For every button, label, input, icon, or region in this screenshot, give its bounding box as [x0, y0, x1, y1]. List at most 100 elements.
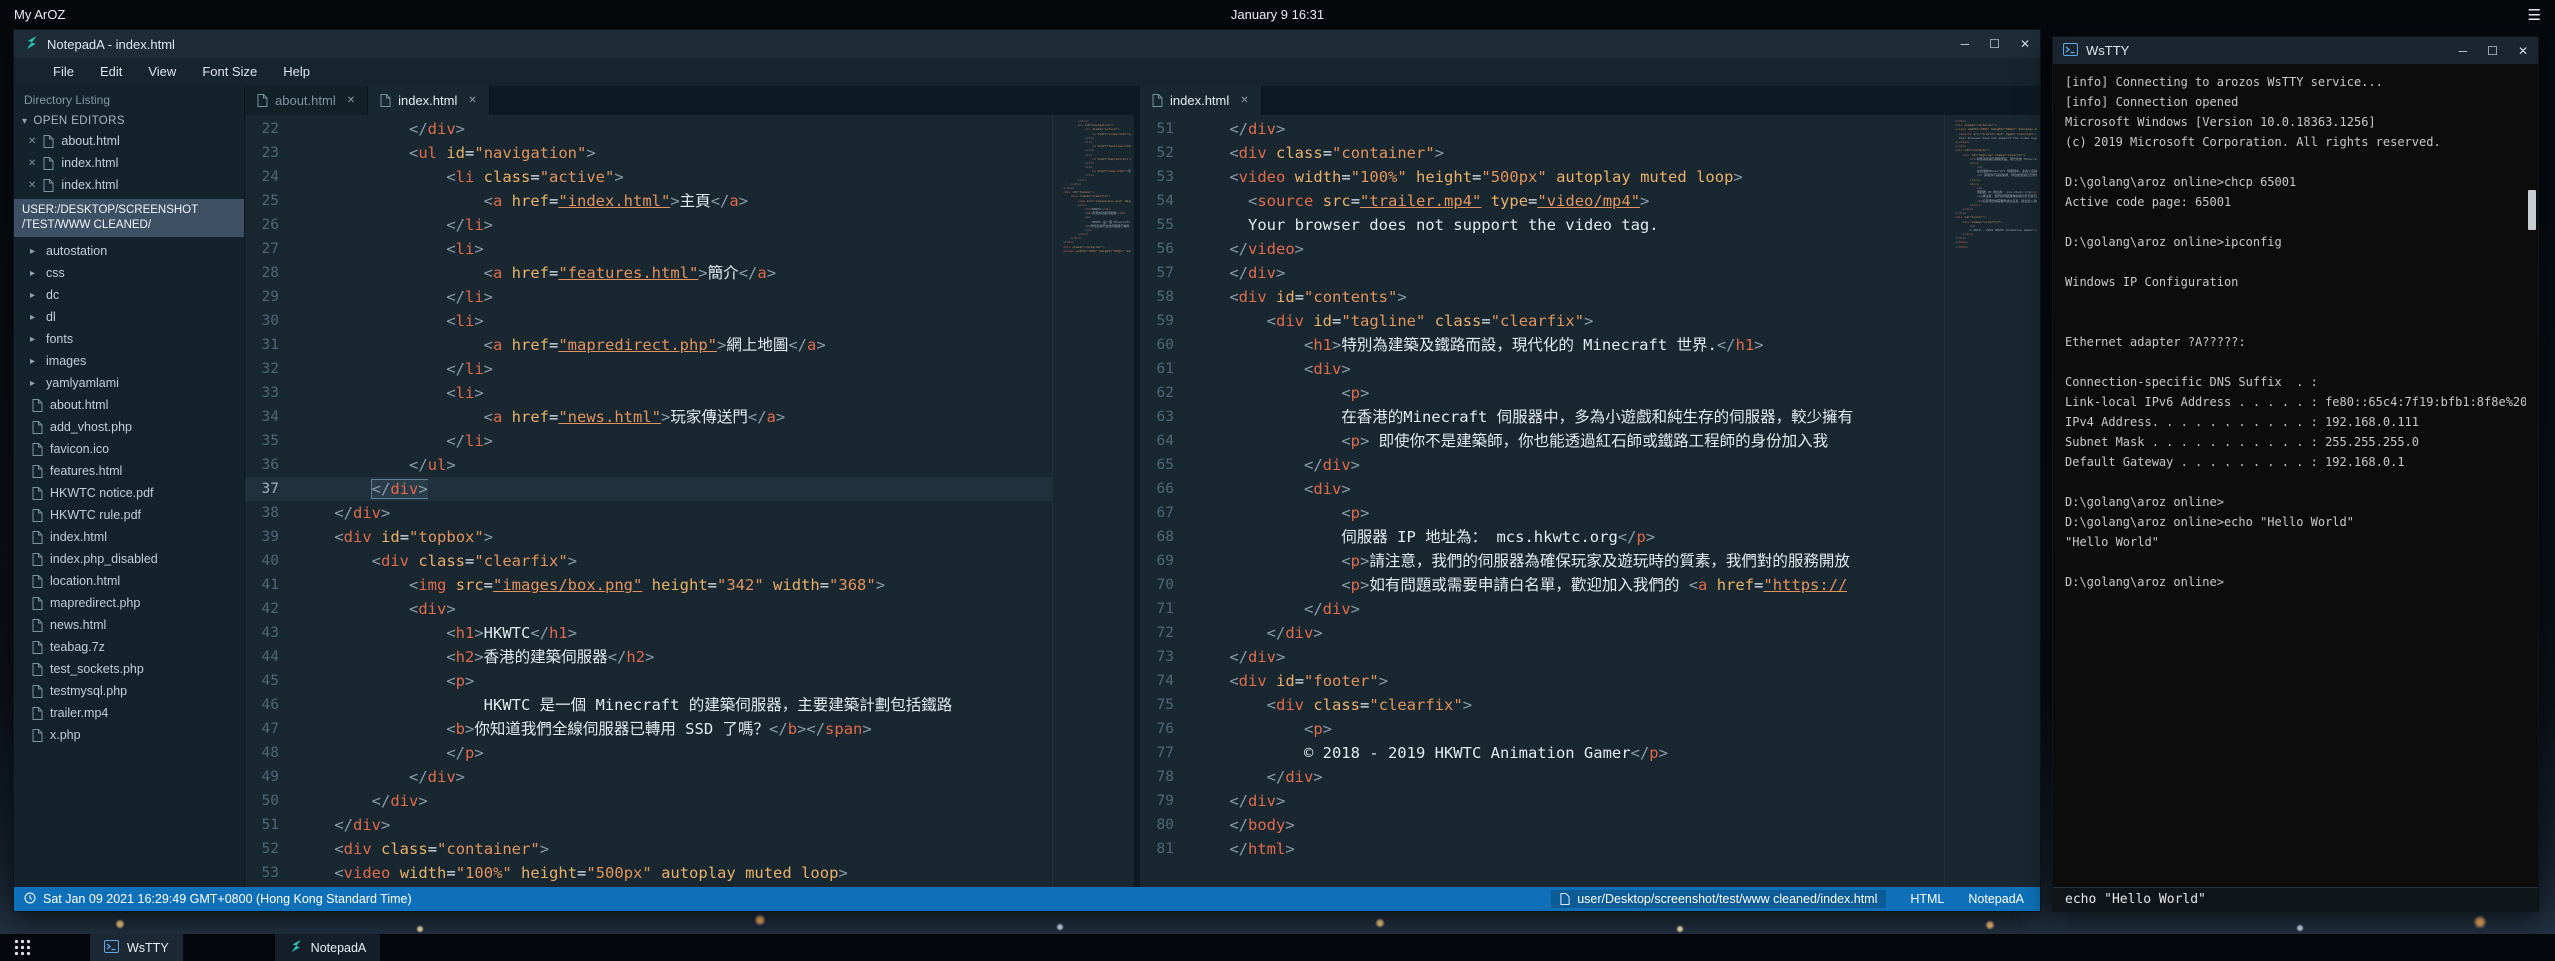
- code-editor-right[interactable]: 51 </div>52 <div class="container">53 <v…: [1140, 115, 1944, 887]
- code-line-68[interactable]: 68 伺服器 IP 地址為： mcs.hkwtc.org</p>: [1140, 525, 1944, 549]
- code-line-53[interactable]: 53 <video width="100%" height="500px" au…: [1140, 165, 1944, 189]
- code-line-81[interactable]: 81 </html>: [1140, 837, 1944, 861]
- code-line-52[interactable]: 52 <div class="container">: [245, 837, 1052, 861]
- minimize-icon[interactable]: ─: [2459, 44, 2468, 58]
- code-line-41[interactable]: 41 <img src="images/box.png" height="342…: [245, 573, 1052, 597]
- code-line-37[interactable]: 37 </div>: [245, 477, 1052, 501]
- code-line-26[interactable]: 26 </li>: [245, 213, 1052, 237]
- code-line-48[interactable]: 48 </p>: [245, 741, 1052, 765]
- code-line-51[interactable]: 51 </div>: [1140, 117, 1944, 141]
- tab-close-icon[interactable]: ✕: [468, 95, 476, 106]
- code-line-65[interactable]: 65 </div>: [1140, 453, 1944, 477]
- close-icon[interactable]: ✕: [28, 158, 36, 169]
- file-about.html[interactable]: about.html: [14, 394, 244, 416]
- code-line-76[interactable]: 76 <p>: [1140, 717, 1944, 741]
- minimize-icon[interactable]: ─: [1961, 37, 1970, 51]
- folder-autostation[interactable]: ▸autostation: [14, 240, 244, 262]
- folder-dl[interactable]: ▸dl: [14, 306, 244, 328]
- sidebar-root-folder[interactable]: USER:/DESKTOP/SCREENSHOT /TEST/WWW CLEAN…: [14, 199, 244, 237]
- file-test_sockets.php[interactable]: test_sockets.php: [14, 658, 244, 680]
- file-location.html[interactable]: location.html: [14, 570, 244, 592]
- code-line-57[interactable]: 57 </div>: [1140, 261, 1944, 285]
- menu-help[interactable]: Help: [270, 58, 323, 86]
- code-line-51[interactable]: 51 </div>: [245, 813, 1052, 837]
- code-line-32[interactable]: 32 </li>: [245, 357, 1052, 381]
- folder-css[interactable]: ▸css: [14, 262, 244, 284]
- terminal-scrollbar-thumb[interactable]: [2528, 190, 2536, 230]
- menu-view[interactable]: View: [135, 58, 189, 86]
- code-line-63[interactable]: 63 在香港的Minecraft 伺服器中，多為小遊戲和純生存的伺服器，較少擁有: [1140, 405, 1944, 429]
- wstty-titlebar[interactable]: WsTTY ─ ☐ ✕: [2053, 37, 2538, 64]
- code-line-23[interactable]: 23 <ul id="navigation">: [245, 141, 1052, 165]
- code-line-47[interactable]: 47 <b>你知道我們全線伺服器已轉用 SSD 了嗎？</b></span>: [245, 717, 1052, 741]
- code-line-73[interactable]: 73 </div>: [1140, 645, 1944, 669]
- code-line-79[interactable]: 79 </div>: [1140, 789, 1944, 813]
- code-line-72[interactable]: 72 </div>: [1140, 621, 1944, 645]
- code-line-36[interactable]: 36 </ul>: [245, 453, 1052, 477]
- code-line-49[interactable]: 49 </div>: [245, 765, 1052, 789]
- statusbar-language[interactable]: HTML: [1910, 892, 1944, 906]
- hamburger-menu-icon[interactable]: ☰: [2528, 6, 2541, 24]
- close-icon[interactable]: ✕: [2518, 44, 2528, 58]
- editor-tab-index.html[interactable]: index.html✕: [368, 86, 490, 115]
- file-features.html[interactable]: features.html: [14, 460, 244, 482]
- code-line-67[interactable]: 67 <p>: [1140, 501, 1944, 525]
- file-news.html[interactable]: news.html: [14, 614, 244, 636]
- code-line-29[interactable]: 29 </li>: [245, 285, 1052, 309]
- open-editor-index.html[interactable]: ✕index.html: [14, 152, 244, 174]
- code-line-38[interactable]: 38 </div>: [245, 501, 1052, 525]
- code-line-45[interactable]: 45 <p>: [245, 669, 1052, 693]
- editor-tab-about.html[interactable]: about.html✕: [245, 86, 368, 115]
- code-line-59[interactable]: 59 <div id="tagline" class="clearfix">: [1140, 309, 1944, 333]
- code-line-64[interactable]: 64 <p> 即使你不是建築師，你也能透過紅石師或鐵路工程師的身份加入我: [1140, 429, 1944, 453]
- tab-close-icon[interactable]: ✕: [1240, 95, 1248, 106]
- terminal-output[interactable]: [info] Connecting to arozos WsTTY servic…: [2053, 64, 2538, 887]
- notepad-titlebar[interactable]: NotepadA - index.html ─ ☐ ✕: [14, 30, 2040, 58]
- code-line-52[interactable]: 52 <div class="container">: [1140, 141, 1944, 165]
- folder-images[interactable]: ▸images: [14, 350, 244, 372]
- start-menu-button[interactable]: [0, 934, 44, 961]
- statusbar-filepath[interactable]: user/Desktop/screenshot/test/www cleaned…: [1551, 890, 1886, 908]
- maximize-icon[interactable]: ☐: [2487, 44, 2498, 58]
- minimap-left[interactable]: </div> <ul id="navigation"> <li class="a…: [1052, 115, 1134, 887]
- code-line-56[interactable]: 56 </video>: [1140, 237, 1944, 261]
- menu-file[interactable]: File: [40, 58, 87, 86]
- code-line-39[interactable]: 39 <div id="topbox">: [245, 525, 1052, 549]
- code-line-24[interactable]: 24 <li class="active">: [245, 165, 1052, 189]
- code-line-77[interactable]: 77 © 2018 - 2019 HKWTC Animation Gamer</…: [1140, 741, 1944, 765]
- code-line-40[interactable]: 40 <div class="clearfix">: [245, 549, 1052, 573]
- menu-edit[interactable]: Edit: [87, 58, 135, 86]
- code-line-71[interactable]: 71 </div>: [1140, 597, 1944, 621]
- code-line-31[interactable]: 31 <a href="mapredirect.php">網上地圖</a>: [245, 333, 1052, 357]
- code-line-75[interactable]: 75 <div class="clearfix">: [1140, 693, 1944, 717]
- open-editor-index.html[interactable]: ✕index.html: [14, 174, 244, 196]
- code-line-43[interactable]: 43 <h1>HKWTC</h1>: [245, 621, 1052, 645]
- taskbar-item-wstty[interactable]: WsTTY: [90, 934, 183, 961]
- code-line-27[interactable]: 27 <li>: [245, 237, 1052, 261]
- code-line-80[interactable]: 80 </body>: [1140, 813, 1944, 837]
- file-index.html[interactable]: index.html: [14, 526, 244, 548]
- terminal-input[interactable]: echo "Hello World": [2053, 887, 2538, 911]
- code-line-28[interactable]: 28 <a href="features.html">簡介</a>: [245, 261, 1052, 285]
- code-line-78[interactable]: 78 </div>: [1140, 765, 1944, 789]
- code-line-69[interactable]: 69 <p>請注意，我們的伺服器為確保玩家及遊玩時的質素，我們對的服務開放: [1140, 549, 1944, 573]
- code-line-53[interactable]: 53 <video width="100%" height="500px" au…: [245, 861, 1052, 885]
- file-trailer.mp4[interactable]: trailer.mp4: [14, 702, 244, 724]
- close-icon[interactable]: ✕: [2020, 37, 2030, 51]
- file-testmysql.php[interactable]: testmysql.php: [14, 680, 244, 702]
- tab-close-icon[interactable]: ✕: [347, 95, 355, 106]
- code-line-22[interactable]: 22 </div>: [245, 117, 1052, 141]
- maximize-icon[interactable]: ☐: [1989, 37, 2000, 51]
- code-line-42[interactable]: 42 <div>: [245, 597, 1052, 621]
- taskbar-item-notepada[interactable]: NotepadA: [275, 934, 381, 961]
- code-line-46[interactable]: 46 HKWTC 是一個 Minecraft 的建築伺服器，主要建築計劃包括鐵路: [245, 693, 1052, 717]
- code-line-74[interactable]: 74 <div id="footer">: [1140, 669, 1944, 693]
- minimap-right[interactable]: </div> <div class="container"> <video wi…: [1944, 115, 2040, 887]
- code-line-55[interactable]: 55 Your browser does not support the vid…: [1140, 213, 1944, 237]
- code-line-60[interactable]: 60 <h1>特別為建築及鐵路而設，現代化的 Minecraft 世界.</h1…: [1140, 333, 1944, 357]
- folder-fonts[interactable]: ▸fonts: [14, 328, 244, 350]
- code-line-62[interactable]: 62 <p>: [1140, 381, 1944, 405]
- close-icon[interactable]: ✕: [28, 136, 36, 147]
- code-line-33[interactable]: 33 <li>: [245, 381, 1052, 405]
- file-mapredirect.php[interactable]: mapredirect.php: [14, 592, 244, 614]
